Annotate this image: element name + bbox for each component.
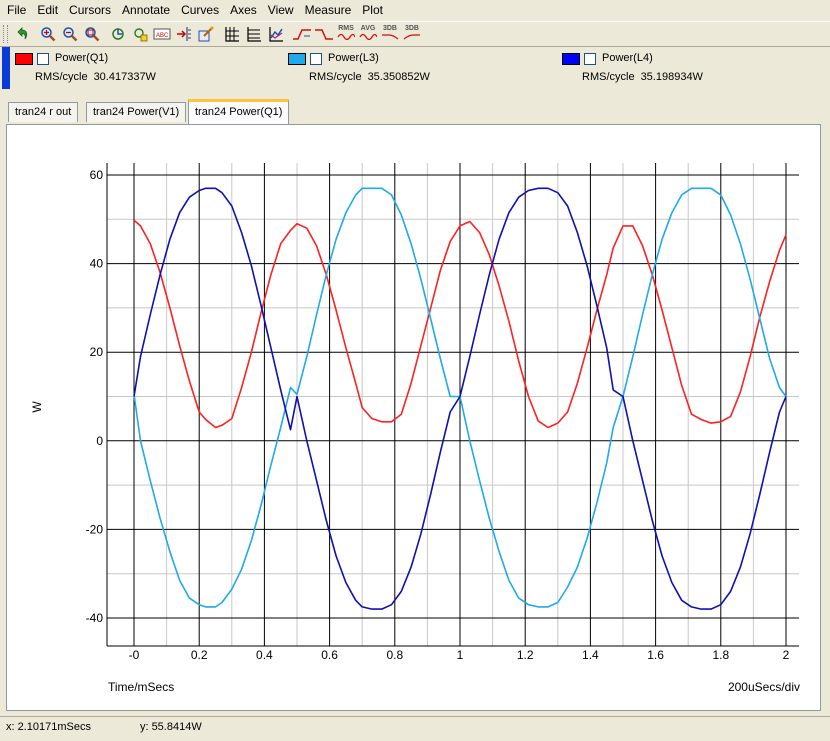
y-tick-label: 20	[90, 345, 104, 359]
menu-file[interactable]: File	[3, 0, 30, 21]
rms-icon[interactable]: RMS	[336, 24, 356, 44]
status-bar: x: 2.10171mSecs y: 55.8414W	[0, 716, 830, 741]
tab-r-out[interactable]: tran24 r out	[8, 102, 79, 122]
tab-power-v1[interactable]: tran24 Power(V1)	[86, 102, 187, 122]
legend-checkbox[interactable]	[310, 53, 322, 65]
y-tick-label: 40	[90, 257, 104, 271]
x-tick-label: 1.4	[582, 648, 599, 662]
x-tick-label: 0.2	[191, 648, 208, 662]
x-axis-label: Time/mSecs	[108, 680, 174, 694]
legend-measure-label: RMS/cycle	[582, 71, 635, 83]
x-tick-label: 0.6	[321, 648, 338, 662]
legend-name: Power(Q1)	[55, 52, 109, 64]
chart-icon[interactable]	[266, 24, 286, 44]
legend-measurement: RMS/cycle 35.350852W	[309, 71, 436, 83]
y-tick-label: -20	[86, 522, 104, 536]
status-y-label: y:	[140, 721, 149, 733]
undo-icon[interactable]	[12, 24, 32, 44]
menu-bar: File Edit Cursors Annotate Curves Axes View Mea…	[0, 0, 830, 21]
x-tick-label: -0	[129, 648, 140, 662]
y-tick-label: 0	[96, 434, 103, 448]
cursor-step-icon[interactable]	[130, 24, 150, 44]
rms-label: RMS	[338, 25, 354, 32]
grid-minor-icon[interactable]	[244, 24, 264, 44]
auto-label-icon[interactable]	[196, 24, 216, 44]
x-division-label: 200uSecs/div	[728, 680, 800, 694]
plot-panel[interactable]: -0 0.2 0.4 0.6 0.8 1 1.2 1.4 1.6 1.8 2 60 40 20 0 -20 -4…	[6, 124, 821, 711]
menu-annotate[interactable]: Annotate	[118, 0, 174, 21]
legend-measure-label: RMS/cycle	[35, 71, 88, 83]
legend-measure-label: RMS/cycle	[309, 71, 362, 83]
x-tick-label: 2	[783, 648, 790, 662]
menu-edit[interactable]: Edit	[33, 0, 62, 21]
legend-swatch	[15, 53, 33, 65]
x-tick-label: 1.6	[647, 648, 664, 662]
legend-checkbox[interactable]	[584, 53, 596, 65]
status-x-readout: x: 2.10171mSecs	[6, 721, 94, 733]
legend-measurement: RMS/cycle 35.198934W	[582, 71, 709, 83]
x-tick-label: 1	[457, 648, 464, 662]
zoom-in-box-icon[interactable]	[60, 24, 80, 44]
curve-legend: Power(Q1) RMS/cycle 30.417337W Power(L3) …	[0, 47, 830, 92]
legend-measurement: RMS/cycle 30.417337W	[35, 71, 162, 83]
3db-high-label: 3DB	[404, 25, 419, 32]
legend-measure-value: 35.198934W	[640, 71, 703, 83]
status-y-value: 55.8414W	[151, 721, 202, 733]
legend-swatch	[288, 53, 306, 65]
y-axis-label: W	[30, 401, 44, 413]
legend-measure-value: 35.350852W	[367, 71, 430, 83]
status-x-label: x:	[6, 721, 15, 733]
zoom-in-icon[interactable]	[38, 24, 58, 44]
3db-low-icon[interactable]: 3DB	[380, 24, 400, 44]
status-x-value: 2.10171mSecs	[17, 721, 91, 733]
legend-checkbox[interactable]	[37, 53, 49, 65]
zoom-out-icon[interactable]	[82, 24, 102, 44]
x-tick-label: 0.4	[256, 648, 273, 662]
toolbar: ABC RMS AVG 3DB 3DB	[0, 21, 830, 47]
x-tick-label: 1.8	[712, 648, 729, 662]
y-tick-label: 60	[90, 168, 104, 182]
menu-view[interactable]: View	[264, 0, 298, 21]
cursor-icon[interactable]	[108, 24, 128, 44]
x-tick-label: 0.8	[386, 648, 403, 662]
menu-measure[interactable]: Measure	[301, 0, 356, 21]
label-icon[interactable]: ABC	[152, 24, 172, 44]
waveform-chart[interactable]: -0 0.2 0.4 0.6 0.8 1 1.2 1.4 1.6 1.8 2 60 40 20 0 -20 -4…	[7, 125, 820, 710]
grid-icon[interactable]	[222, 24, 242, 44]
legend-name: Power(L4)	[602, 52, 653, 64]
menu-curves[interactable]: Curves	[177, 0, 223, 21]
avg-label: AVG	[360, 25, 376, 32]
avg-icon[interactable]: AVG	[358, 24, 378, 44]
3db-high-icon[interactable]: 3DB	[402, 24, 422, 44]
legend-measure-value: 30.417337W	[93, 71, 156, 83]
x-tick-label: 1.2	[517, 648, 534, 662]
tab-power-q1[interactable]: tran24 Power(Q1)	[188, 99, 290, 124]
toolbar-grip[interactable]	[3, 25, 8, 43]
3db-low-label: 3DB	[382, 25, 397, 32]
y-tick-label: -40	[86, 611, 104, 625]
menu-plot[interactable]: Plot	[358, 0, 387, 21]
svg-text:ABC: ABC	[156, 33, 169, 39]
status-y-readout: y: 55.8414W	[140, 721, 205, 733]
legend-swatch	[562, 53, 580, 65]
menu-cursors[interactable]: Cursors	[65, 0, 115, 21]
legend-accent-bar	[2, 47, 10, 89]
menu-axes[interactable]: Axes	[226, 0, 261, 21]
tag-icon[interactable]	[174, 24, 194, 44]
legend-name: Power(L3)	[328, 52, 379, 64]
fall-time-icon[interactable]	[314, 24, 334, 44]
rise-time-icon[interactable]	[292, 24, 312, 44]
graph-tabs: tran24 r out tran24 Power(V1) tran24 Pow…	[0, 99, 830, 125]
